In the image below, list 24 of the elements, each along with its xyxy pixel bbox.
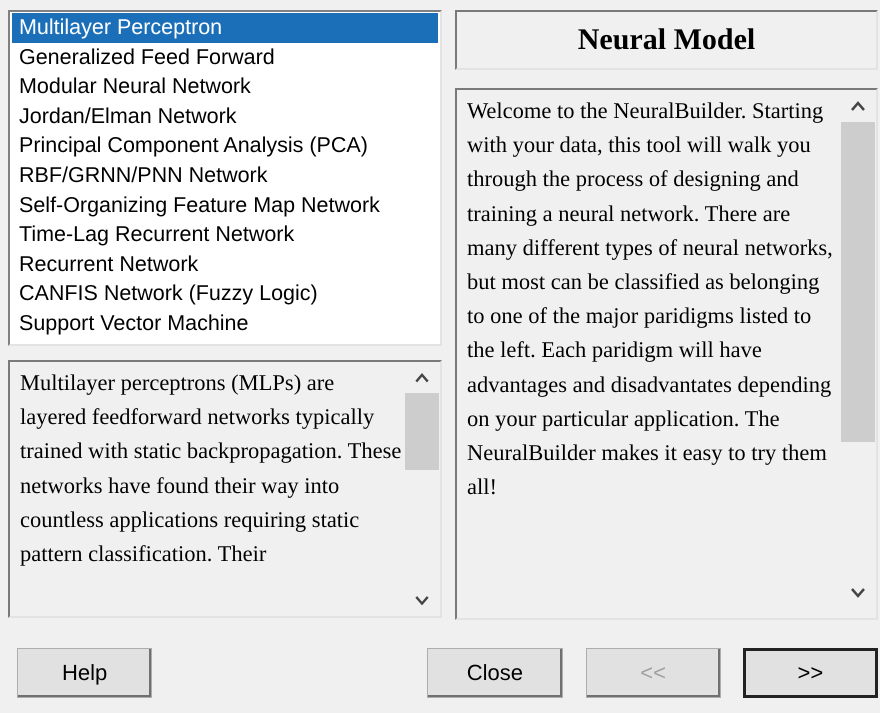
model-list-item[interactable]: Self-Organizing Feature Map Network (12, 190, 438, 220)
model-list-item[interactable]: Support Vector Machine (12, 308, 438, 339)
model-list-item[interactable]: Multilayer Perceptron (12, 13, 438, 43)
model-description: Multilayer perceptrons (MLPs) are layered feedforward networks typically trained with static backpropagation. These networks have found their way into countless applications requiring static pattern classification. Their (19, 369, 402, 568)
window-title: Neural Model (455, 10, 878, 70)
model-list-item[interactable]: Principal Component Analysis (PCA) (12, 131, 438, 161)
model-list-item[interactable]: Time-Lag Recurrent Network (12, 220, 438, 250)
scroll-up-icon[interactable] (414, 372, 430, 384)
next-button[interactable]: >> (742, 648, 878, 698)
model-list-item[interactable]: Recurrent Network (12, 250, 438, 280)
model-list[interactable] (8, 10, 442, 346)
model-list-item[interactable]: RBF/GRNN/PNN Network (12, 160, 438, 191)
model-list-item[interactable]: CANFIS Network (Fuzzy Logic) (12, 279, 438, 309)
scrollbar-thumb[interactable] (841, 122, 876, 442)
welcome-text: Welcome to the NeuralBuilder. Starting with your data, this tool will walk you through the process of designing and training a neural network. There are many different types of neural networks, but most can be classified as belonging to one of the major paridigms listed to the left. Each paridigm will have advantages and disadvantates depending on your particular application. The NeuralBuilder makes it easy to try them all! (466, 97, 834, 502)
scrollbar-thumb[interactable] (405, 393, 440, 470)
help-button[interactable]: Help (17, 648, 152, 698)
model-list-item[interactable]: Modular Neural Network (12, 72, 438, 102)
scroll-down-icon[interactable] (850, 587, 866, 599)
model-list-item[interactable]: Generalized Feed Forward (12, 42, 438, 72)
model-list-item[interactable]: Jordan/Elman Network (12, 102, 438, 132)
close-button[interactable]: Close (427, 648, 562, 698)
scroll-down-icon[interactable] (414, 594, 430, 606)
scroll-up-icon[interactable] (850, 100, 866, 112)
